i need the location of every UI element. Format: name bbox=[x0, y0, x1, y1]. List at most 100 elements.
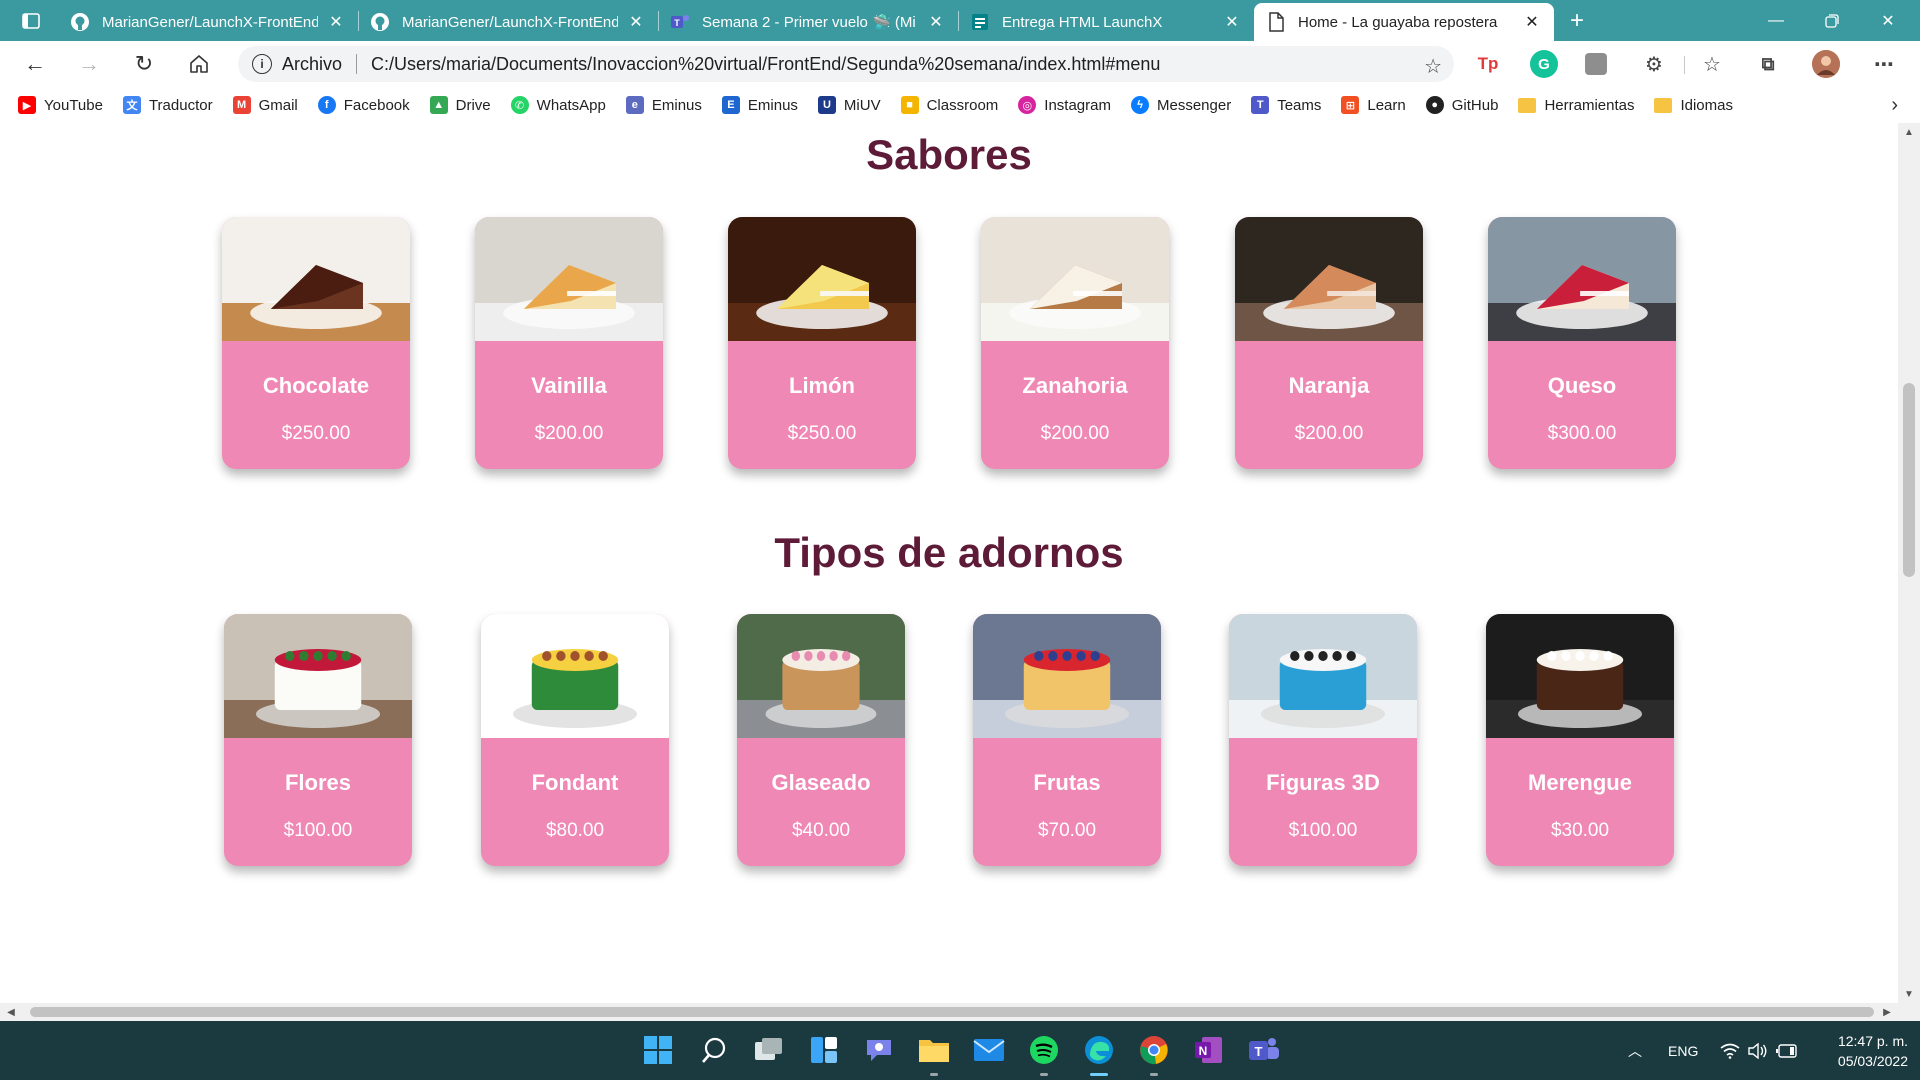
tab-actions-button[interactable] bbox=[14, 8, 48, 34]
bookmark-instagram[interactable]: ◎ Instagram bbox=[1018, 96, 1111, 114]
edge-button[interactable] bbox=[1081, 1032, 1117, 1068]
close-tab-icon[interactable]: ✕ bbox=[326, 12, 346, 32]
scroll-right-icon[interactable]: ▶ bbox=[1876, 1003, 1898, 1021]
running-indicator bbox=[1040, 1073, 1048, 1076]
horizontal-scroll-thumb[interactable] bbox=[30, 1007, 1874, 1017]
bookmark-classroom[interactable]: ■ Classroom bbox=[900, 96, 998, 114]
close-tab-icon[interactable]: ✕ bbox=[1522, 12, 1542, 32]
bookmark-messenger[interactable]: ϟ Messenger bbox=[1130, 96, 1231, 114]
spotify-button[interactable] bbox=[1026, 1032, 1062, 1068]
address-bar[interactable]: i Archivo C:/Users/maria/Documents/Inova… bbox=[238, 46, 1454, 82]
bookmark-label: GitHub bbox=[1451, 96, 1499, 114]
scroll-up-icon[interactable]: ▲ bbox=[1898, 123, 1920, 141]
bookmark-drive[interactable]: ▲ Drive bbox=[429, 96, 491, 114]
product-card[interactable]: Flores $100.00 bbox=[224, 614, 412, 866]
bookmark-teams[interactable]: T Teams bbox=[1251, 96, 1321, 114]
teams-chat-button[interactable] bbox=[861, 1032, 897, 1068]
file-explorer-button[interactable] bbox=[916, 1032, 952, 1068]
bookmark-eminus[interactable]: E Eminus bbox=[721, 96, 798, 114]
product-card[interactable]: Glaseado $40.00 bbox=[737, 614, 905, 866]
product-card[interactable]: Vainilla $200.00 bbox=[475, 217, 663, 469]
task-view-button[interactable] bbox=[751, 1032, 787, 1068]
bookmark-miuv[interactable]: U MiUV bbox=[817, 96, 881, 114]
github-icon: ● bbox=[1425, 96, 1444, 114]
new-tab-button[interactable]: + bbox=[1562, 6, 1592, 36]
tab-home-guayaba[interactable]: Home - La guayaba repostera ✕ bbox=[1254, 3, 1554, 41]
product-card[interactable]: Limón $250.00 bbox=[728, 217, 916, 469]
mail-button[interactable] bbox=[971, 1032, 1007, 1068]
add-favorite-icon[interactable]: ☆ bbox=[1424, 54, 1442, 79]
start-button[interactable] bbox=[640, 1032, 676, 1068]
tp-extension-icon[interactable]: Tp bbox=[1474, 50, 1502, 78]
product-card[interactable]: Chocolate $250.00 bbox=[222, 217, 410, 469]
product-card[interactable]: Naranja $200.00 bbox=[1235, 217, 1423, 469]
tab-github-1[interactable]: MarianGener/LaunchX-FrontEnd ✕ bbox=[58, 3, 358, 41]
cake-image bbox=[1488, 217, 1676, 341]
bookmarks-overflow-icon[interactable]: › bbox=[1891, 94, 1898, 117]
volume-icon bbox=[1748, 1042, 1767, 1059]
product-card[interactable]: Fondant $80.00 bbox=[481, 614, 669, 866]
bookmark-youtube[interactable]: ▶ YouTube bbox=[18, 96, 103, 114]
facebook-icon: f bbox=[317, 96, 336, 114]
url-text[interactable]: C:/Users/maria/Documents/Inovaccion%20vi… bbox=[371, 54, 1160, 75]
product-card[interactable]: Frutas $70.00 bbox=[973, 614, 1161, 866]
settings-more-icon[interactable]: ⋯ bbox=[1870, 50, 1898, 78]
battery-button[interactable] bbox=[1776, 1021, 1798, 1080]
network-button[interactable] bbox=[1720, 1021, 1740, 1080]
teams-icon: T bbox=[1251, 96, 1270, 114]
bookmark-traductor[interactable]: 文 Traductor bbox=[122, 96, 213, 114]
bookmark-whatsapp[interactable]: ✆ WhatsApp bbox=[510, 96, 606, 114]
onenote-button[interactable]: N bbox=[1191, 1032, 1227, 1068]
home-icon bbox=[190, 55, 208, 73]
close-window-button[interactable]: ✕ bbox=[1860, 0, 1916, 41]
minimize-button[interactable]: — bbox=[1748, 0, 1804, 41]
chrome-button[interactable] bbox=[1136, 1032, 1172, 1068]
back-button[interactable]: ← bbox=[18, 49, 52, 79]
bookmark-github[interactable]: ● GitHub bbox=[1425, 96, 1499, 114]
show-hidden-icons[interactable]: ︿ bbox=[1628, 1021, 1642, 1080]
profile-avatar[interactable] bbox=[1812, 50, 1840, 78]
bookmark-gmail[interactable]: M Gmail bbox=[232, 96, 298, 114]
close-tab-icon[interactable]: ✕ bbox=[1222, 12, 1242, 32]
bookmark-learn[interactable]: ⊞ Learn bbox=[1341, 96, 1406, 114]
close-tab-icon[interactable]: ✕ bbox=[626, 12, 646, 32]
info-icon[interactable]: i bbox=[252, 54, 272, 74]
tab-teams[interactable]: T Semana 2 - Primer vuelo 🛸 (Mi ✕ bbox=[658, 3, 958, 41]
product-name: Vainilla bbox=[531, 373, 607, 398]
favorites-icon[interactable]: ☆ bbox=[1698, 50, 1726, 78]
grammarly-icon[interactable]: G bbox=[1530, 50, 1558, 78]
bookmark-eminus[interactable]: e Eminus bbox=[625, 96, 702, 114]
bookmark-idiomas[interactable]: Idiomas bbox=[1654, 97, 1733, 114]
horizontal-scrollbar[interactable]: ◀ ▶ bbox=[0, 1003, 1920, 1021]
search-taskbar-button[interactable] bbox=[696, 1032, 732, 1068]
vertical-scroll-thumb[interactable] bbox=[1903, 383, 1915, 577]
forward-button[interactable]: → bbox=[72, 49, 106, 79]
widgets-button[interactable] bbox=[806, 1032, 842, 1068]
restore-button[interactable] bbox=[1804, 0, 1860, 41]
scroll-down-icon[interactable]: ▼ bbox=[1898, 985, 1920, 1003]
product-card[interactable]: Merengue $30.00 bbox=[1486, 614, 1674, 866]
extension-icon[interactable] bbox=[1585, 53, 1607, 75]
collections-icon[interactable]: ⧉ bbox=[1754, 50, 1782, 78]
language-indicator[interactable]: ENG bbox=[1668, 1021, 1698, 1080]
extensions-puzzle-icon[interactable]: ⚙ bbox=[1640, 50, 1668, 78]
bookmark-herramientas[interactable]: Herramientas bbox=[1518, 97, 1634, 114]
bookmark-label: Eminus bbox=[747, 96, 798, 114]
tab-forms[interactable]: Entrega HTML LaunchX ✕ bbox=[958, 3, 1254, 41]
bookmark-facebook[interactable]: f Facebook bbox=[317, 96, 410, 114]
site-info-label[interactable]: Archivo bbox=[282, 54, 342, 75]
product-card[interactable]: Queso $300.00 bbox=[1488, 217, 1676, 469]
product-card[interactable]: Zanahoria $200.00 bbox=[981, 217, 1169, 469]
cake-image bbox=[981, 217, 1169, 341]
home-button[interactable] bbox=[182, 49, 216, 79]
close-tab-icon[interactable]: ✕ bbox=[926, 12, 946, 32]
refresh-button[interactable]: ↻ bbox=[127, 49, 161, 79]
product-card[interactable]: Figuras 3D $100.00 bbox=[1229, 614, 1417, 866]
tab-github-2[interactable]: MarianGener/LaunchX-FrontEnd ✕ bbox=[358, 3, 658, 41]
volume-button[interactable] bbox=[1748, 1021, 1768, 1080]
system-clock[interactable]: 12:47 p. m. 05/03/2022 bbox=[1808, 1031, 1908, 1071]
product-name: Frutas bbox=[1033, 770, 1101, 795]
vertical-scrollbar[interactable]: ▲ ▼ bbox=[1898, 123, 1920, 1003]
teams-button[interactable]: T bbox=[1246, 1032, 1282, 1068]
scroll-left-icon[interactable]: ◀ bbox=[0, 1003, 22, 1021]
